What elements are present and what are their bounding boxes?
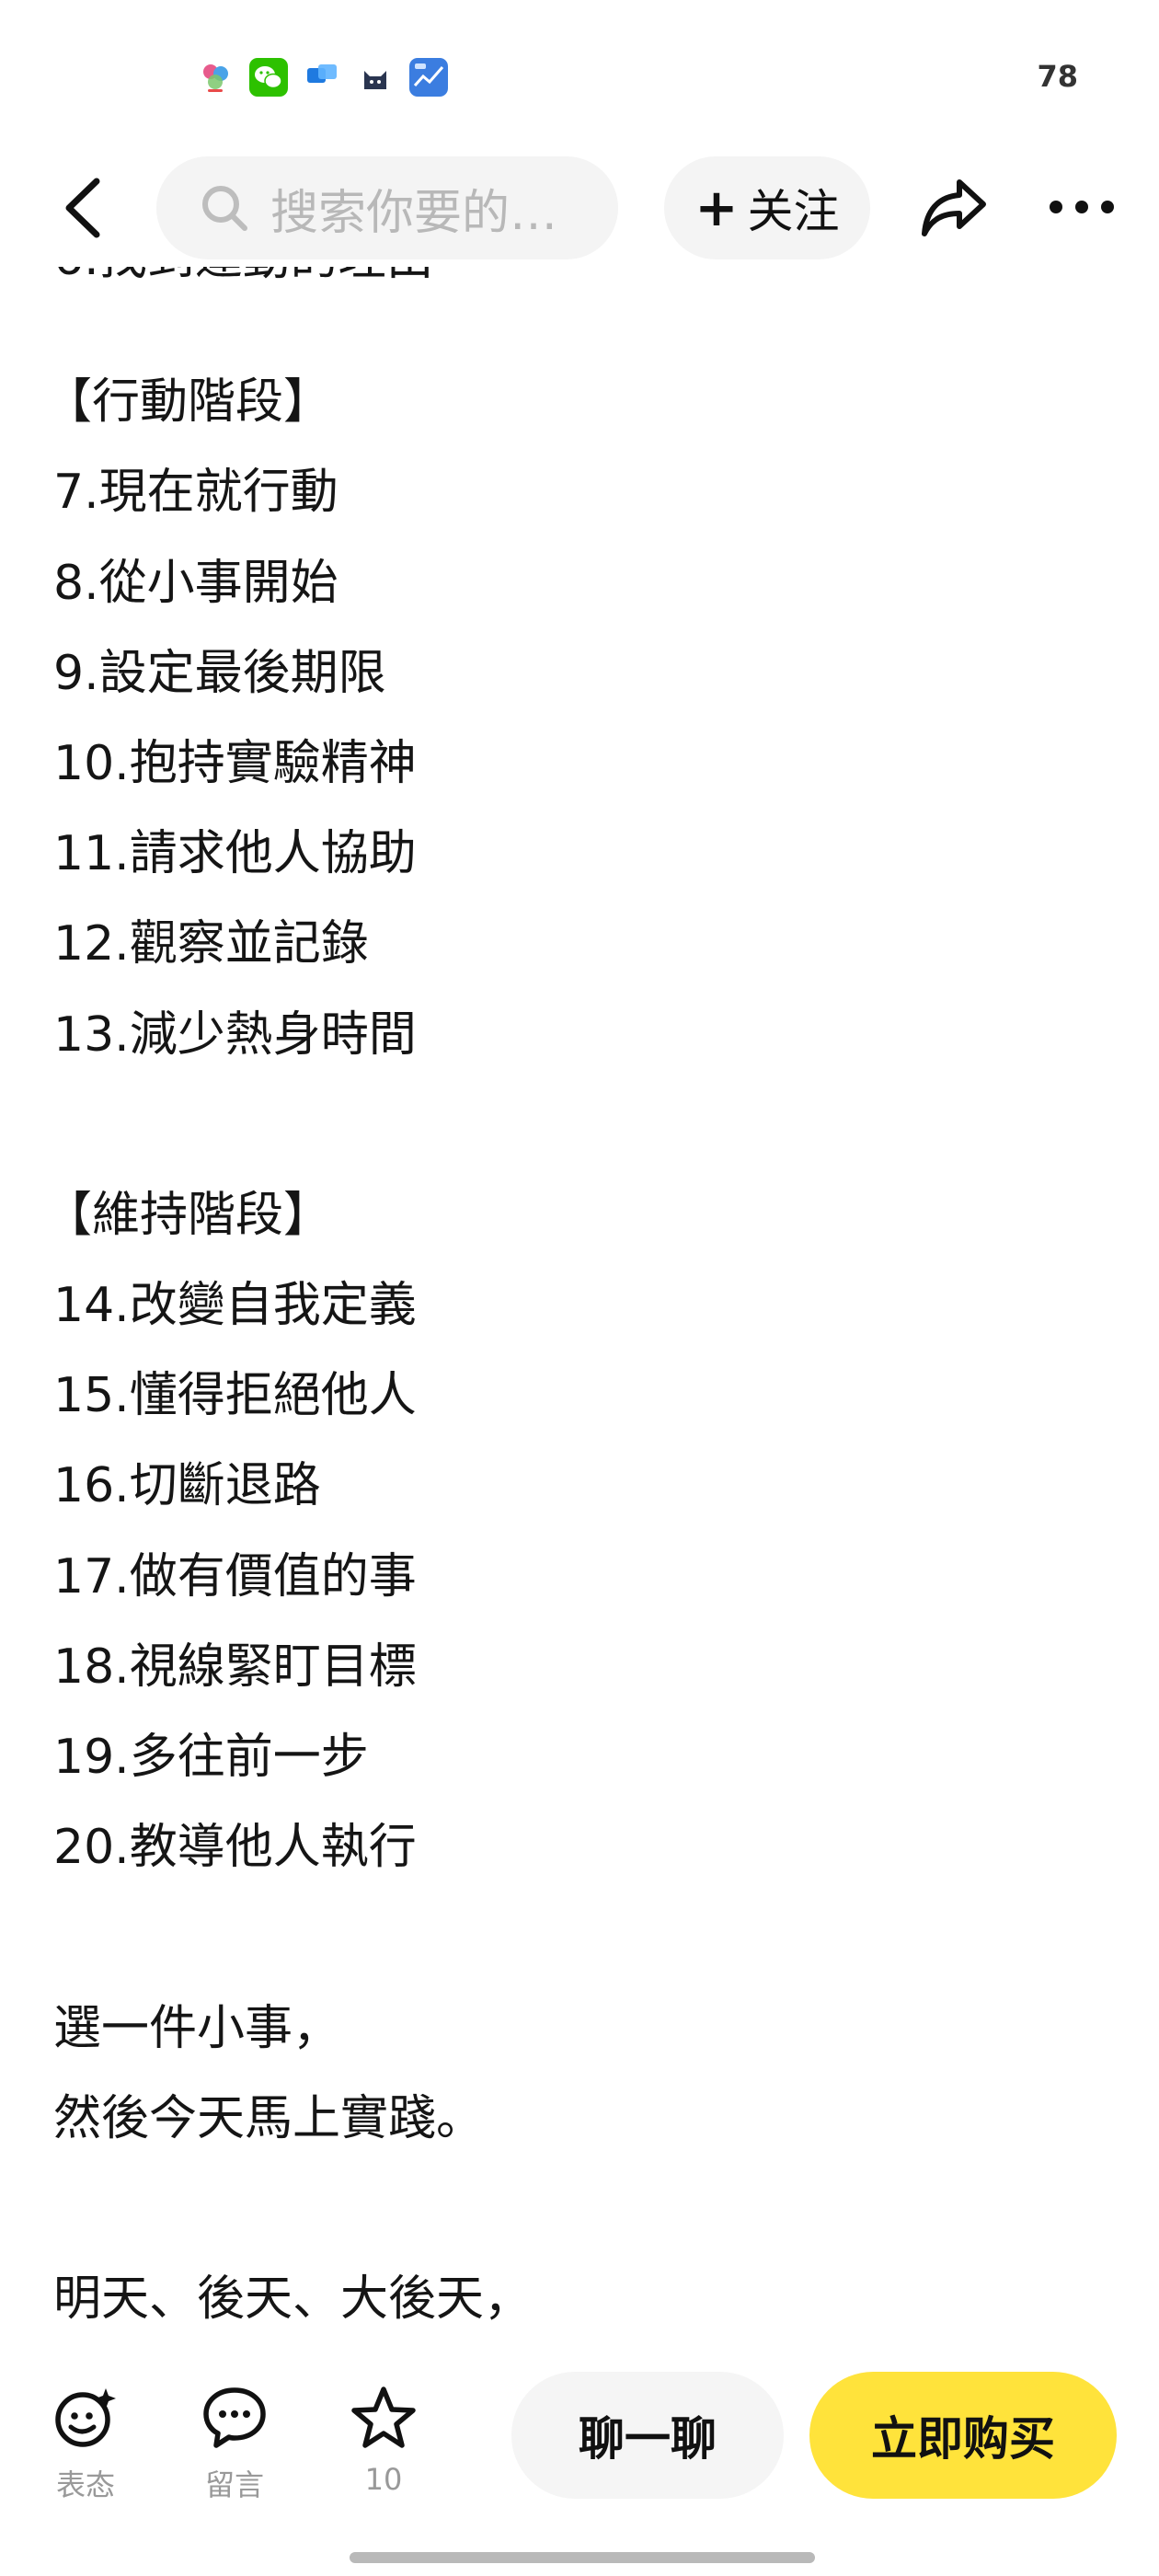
more-options-button[interactable] — [1038, 166, 1126, 248]
article-line: 13.減少熱身時間 — [53, 1006, 417, 1063]
back-button[interactable] — [48, 169, 118, 247]
article-line: 明天、後天、大後天， — [53, 2271, 533, 2328]
top-nav: 搜索你要的… + 关注 — [0, 149, 1159, 267]
colorful-app-icon — [195, 57, 235, 98]
article-blank-line — [53, 1892, 1111, 1983]
article-body: 6.找到運動的理由 【行動階段】 7.現在就行動 8.從小事開始 9.設定最後期限 10… — [53, 267, 1111, 2332]
article-blank-line — [53, 2164, 1111, 2254]
article-line: 15.懂得拒絕他人 — [53, 1368, 417, 1424]
article-line: 20.教導他人執行 — [53, 1820, 417, 1876]
react-label: 表态 — [55, 2467, 115, 2502]
follow-button[interactable]: + 关注 — [664, 156, 870, 259]
comment-label: 留言 — [204, 2467, 264, 2502]
more-dots-icon — [1050, 201, 1114, 213]
cat-app-icon — [355, 57, 396, 98]
article-blank-line — [53, 1080, 1111, 1170]
wechat-icon — [248, 57, 289, 98]
article-line: 然後今天馬上實踐。 — [53, 2090, 485, 2146]
chat-app-icon — [302, 57, 342, 98]
article-line: 選一件小事， — [53, 2000, 341, 2056]
chat-button[interactable]: 聊一聊 — [511, 2372, 784, 2499]
share-arrow-icon — [922, 179, 986, 236]
share-button[interactable] — [912, 166, 995, 248]
article-line: 10.抱持實驗精神 — [53, 735, 417, 791]
section-heading: 【行動階段】 — [53, 374, 332, 431]
search-placeholder: 搜索你要的… — [270, 185, 558, 241]
notification-icons — [195, 57, 449, 98]
article-line: 16.切斷退路 — [53, 1458, 321, 1514]
chevron-left-icon — [65, 178, 100, 238]
follow-label: 关注 — [747, 185, 840, 238]
comment-button[interactable]: 留言 — [184, 2381, 285, 2504]
search-icon — [202, 186, 247, 231]
article-line: 12.觀察並記錄 — [53, 916, 369, 972]
plus-icon: + — [694, 178, 739, 238]
emoji-sparkle-icon — [55, 2388, 116, 2447]
article-line: 8.從小事開始 — [53, 555, 339, 611]
comment-bubble-icon — [203, 2387, 266, 2448]
search-box[interactable]: 搜索你要的… — [156, 156, 618, 259]
article-line: 19.多往前一步 — [53, 1730, 369, 1785]
favorite-button[interactable]: 10 — [333, 2381, 434, 2497]
article-line: 18.視線緊盯目標 — [53, 1639, 417, 1695]
article-lines: 【行動階段】 7.現在就行動 8.從小事開始 9.設定最後期限 10.抱持實驗精神 11.… — [53, 267, 1111, 2332]
favorite-count: 10 — [364, 2462, 403, 2497]
buy-now-button[interactable]: 立即购买 — [809, 2372, 1117, 2499]
status-bar: 78 — [0, 0, 1159, 156]
article-line: 17.做有價值的事 — [53, 1548, 417, 1604]
star-icon — [351, 2386, 416, 2448]
chart-app-icon — [408, 57, 449, 98]
article-line: 14.改變自我定義 — [53, 1278, 417, 1334]
section-heading: 【維持階段】 — [53, 1187, 332, 1243]
home-indicator[interactable] — [350, 2552, 815, 2563]
article-line: 9.設定最後期限 — [53, 645, 386, 701]
battery-level: 78 — [1037, 59, 1078, 94]
react-button[interactable]: 表态 — [35, 2381, 136, 2504]
article-line: 7.現在就行動 — [53, 465, 339, 521]
bottom-action-bar: 表态 留言 10 聊一聊 立即购买 — [0, 2337, 1159, 2576]
article-line: 11.請求他人協助 — [53, 826, 417, 882]
article-line-cut: 6.找到運動的理由 — [53, 267, 434, 304]
